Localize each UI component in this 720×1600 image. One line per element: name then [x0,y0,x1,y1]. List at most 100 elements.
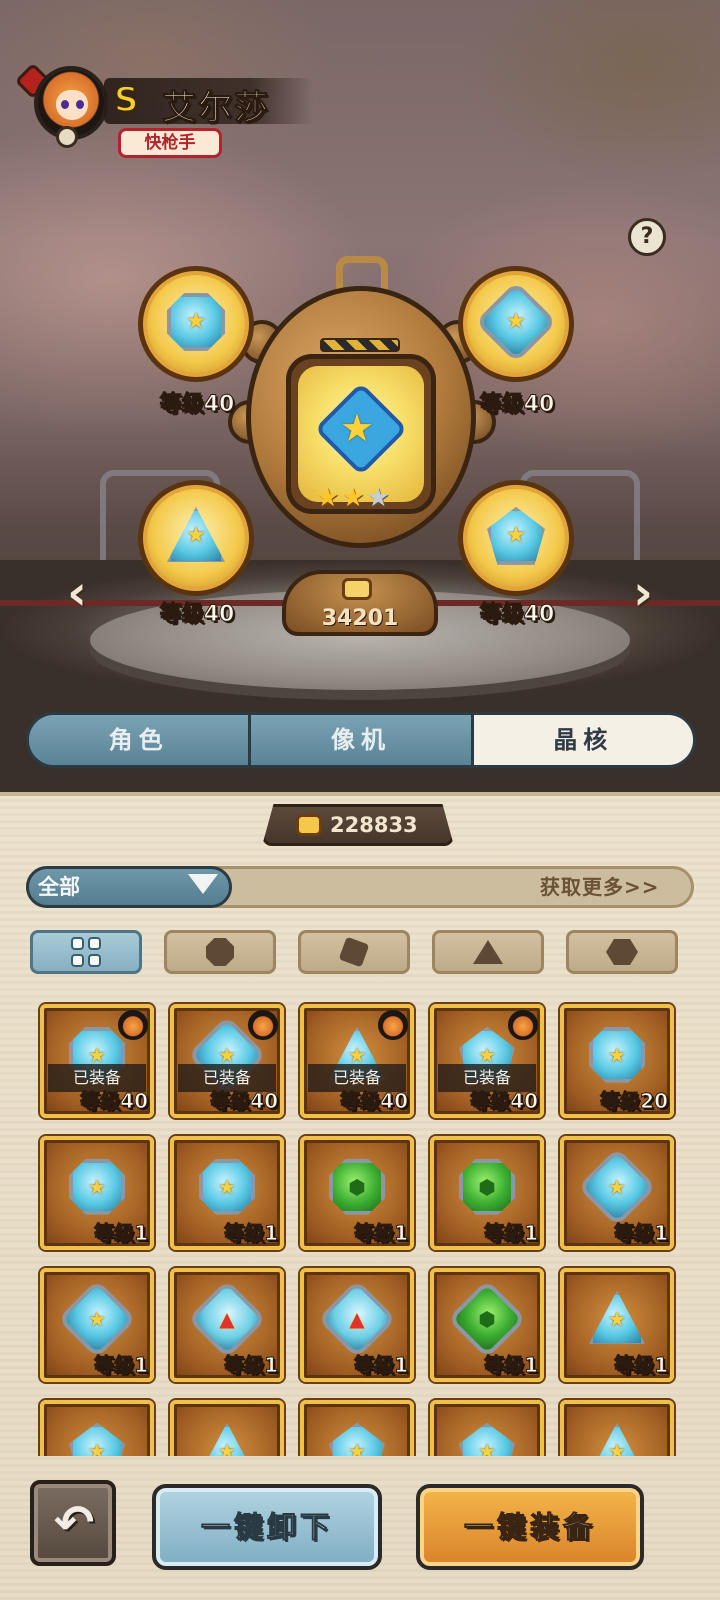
core-level-label: 等级1 [484,1353,539,1378]
slot-level-label: 等级40 [479,392,555,418]
core-item[interactable]: ★ 已装备 等级40 [430,1004,544,1118]
core-level-label: 等级1 [224,1221,279,1246]
core-item[interactable]: ★ [300,1400,414,1456]
core-item[interactable]: ★ 已装备 等级40 [300,1004,414,1118]
flame-icon: ▲ [349,1306,365,1331]
star-icon: ★ [608,1438,626,1456]
core-level-label: 等级40 [470,1089,539,1114]
tab-crystal-core[interactable]: 晶核 [473,715,693,765]
octagon-icon [206,938,234,966]
core-level-label: 等级40 [80,1089,149,1114]
avatar-badge-icon [56,126,78,148]
equip-all-button[interactable]: 一键装备 [416,1484,644,1570]
shape-filter-octagon[interactable] [164,930,276,974]
star-icon: ★ [186,522,206,548]
core-item[interactable]: ★ 已装备 等级40 [170,1004,284,1118]
core-item[interactable]: ★ [40,1400,154,1456]
core-level-label: 等级1 [614,1353,669,1378]
shape-filter-triangle[interactable] [432,930,544,974]
shape-filter-all[interactable] [30,930,142,974]
core-level-label: 等级1 [224,1353,279,1378]
pentagon-icon [606,939,638,965]
equipped-hero-avatar [378,1010,408,1040]
core-level-label: 等级1 [354,1353,409,1378]
star-icon: ★ [218,1042,236,1067]
equipped-hero-avatar [118,1010,148,1040]
grid-icon [71,937,101,967]
shape-filter-pentagon[interactable] [566,930,678,974]
turtle-shell-icon: ⬢ [478,1306,496,1331]
turtle-shell-icon: ⬢ [478,1174,496,1199]
core-item[interactable]: ⬢ 等级1 [430,1268,544,1382]
core-item[interactable]: ▲ 等级1 [300,1268,414,1382]
core-item[interactable]: ★ 等级1 [560,1268,674,1382]
star-icon: ★ [88,1174,106,1199]
core-slot-bottom-right[interactable]: ★ [458,480,574,596]
funnel-icon[interactable] [188,874,218,894]
star-empty-icon: ★ [366,483,392,513]
core-item[interactable]: ★ 等级1 [170,1136,284,1250]
star-icon: ★ [608,1042,626,1067]
unequip-all-button[interactable]: 一键卸下 [152,1484,382,1570]
star-icon: ★ [88,1306,106,1331]
core-item[interactable]: ★ [560,1400,674,1456]
hero-class-tag: 快枪手 [118,128,222,158]
core-slot-top-right[interactable]: ★ [458,266,574,382]
star-icon: ★ [186,308,206,334]
slot-level-label: 等级40 [159,602,235,628]
core-inventory-grid: ★ 已装备 等级40 ★ 已装备 等级40 ★ 已装备 等级40 ★ 已装备 等级40 ★ 等级20 ★ 等级… [36,1000,684,1456]
star-icon: ★ [478,1438,496,1456]
slot-level-label: 等级40 [479,602,555,628]
core-item[interactable]: ⬢ 等级1 [300,1136,414,1250]
power-score: 34201 [321,606,399,631]
star-filled-icon: ★ [341,483,367,513]
core-item[interactable]: ★ 等级20 [560,1004,674,1118]
help-button[interactable]: ? [628,218,666,256]
core-slot-top-left[interactable]: ★ [138,266,254,382]
avatar-eye [76,100,84,109]
turtle-shell-icon: ⬢ [348,1174,366,1199]
star-filled-icon: ★ [316,483,342,513]
core-item[interactable]: ★ 等级1 [560,1136,674,1250]
currency-value: 228833 [330,813,418,837]
back-arrow-icon: ↶ [54,1495,95,1551]
star-icon: ★ [88,1438,106,1456]
core-item[interactable]: ⬢ 等级1 [430,1136,544,1250]
next-hero-arrow-icon[interactable]: › [628,568,658,620]
hero-rank: S [113,79,139,121]
star-icon: ★ [88,1042,106,1067]
core-level-label: 等级1 [94,1353,149,1378]
shape-filter-diamond[interactable] [298,930,410,974]
core-level-label: 等级40 [340,1089,409,1114]
flame-icon: ▲ [219,1306,235,1331]
tab-bar: 角色 像机 晶核 [26,712,696,768]
star-icon: ★ [218,1438,236,1456]
star-icon: ★ [218,1174,236,1199]
core-item[interactable]: ★ [430,1400,544,1456]
hazard-stripe [320,338,400,352]
star-icon: ★ [348,1438,366,1456]
core-item[interactable]: ★ 等级1 [40,1268,154,1382]
core-item[interactable]: ★ 等级1 [40,1136,154,1250]
core-level-label: 等级1 [484,1221,539,1246]
fist-coin-icon [296,814,322,836]
avatar-eye [61,100,69,109]
core-slot-bottom-left[interactable]: ★ [138,480,254,596]
core-level-label: 等级1 [614,1221,669,1246]
tab-character[interactable]: 角色 [29,715,252,765]
core-level-label: 等级1 [354,1221,409,1246]
fist-coin-icon [342,578,372,600]
core-item[interactable]: ★ [170,1400,284,1456]
core-level-label: 等级40 [210,1089,279,1114]
core-item[interactable]: ★ 已装备 等级40 [40,1004,154,1118]
star-icon: ★ [506,308,526,334]
prev-hero-arrow-icon[interactable]: ‹ [62,568,92,620]
get-more-link[interactable]: 获取更多>> [540,870,660,904]
core-level-label: 等级20 [600,1089,669,1114]
core-item[interactable]: ▲ 等级1 [170,1268,284,1382]
star-icon: ★ [608,1306,626,1331]
hero-name: 艾尔莎 [162,88,270,129]
tab-mech[interactable]: 像机 [251,715,474,765]
triangle-icon [473,940,503,964]
diamond-icon [338,936,370,968]
